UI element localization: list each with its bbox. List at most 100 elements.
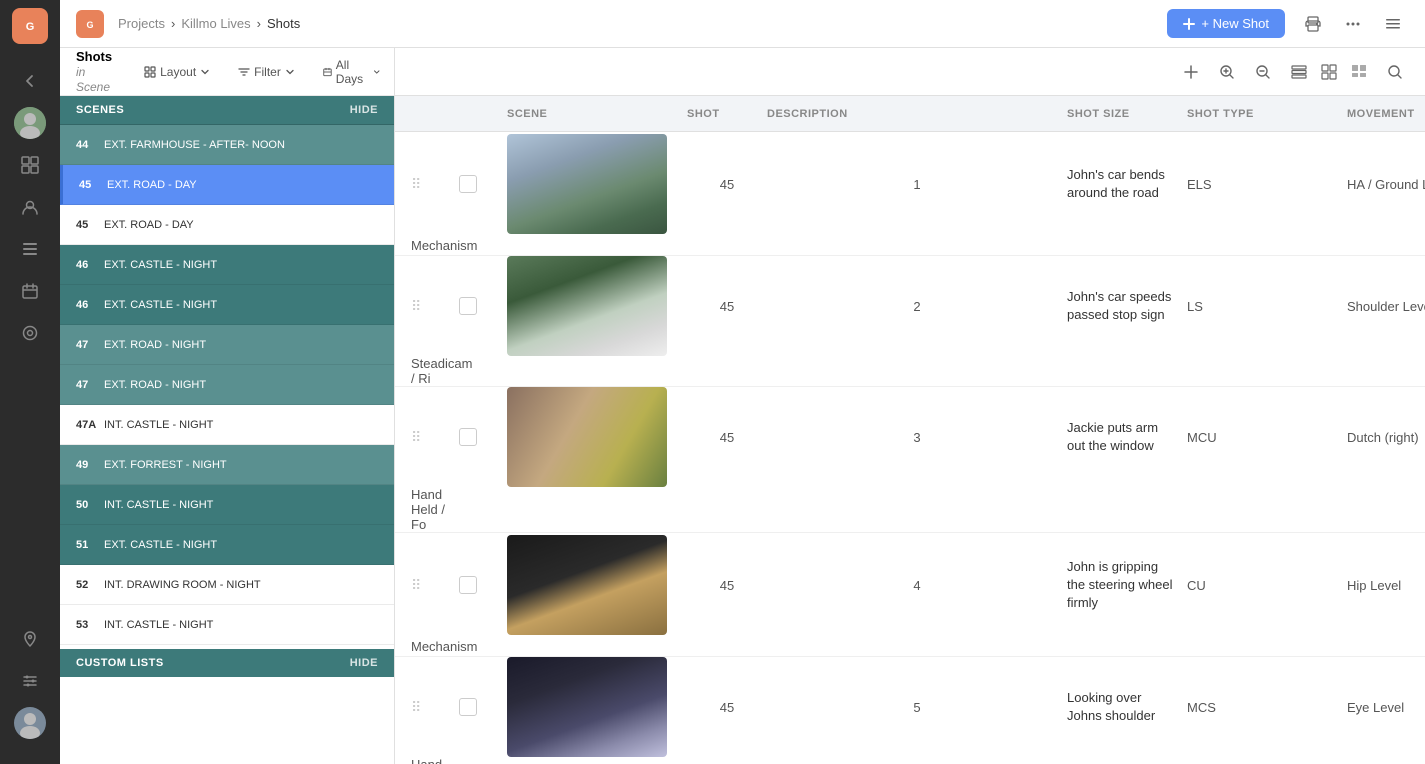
cell-shot-type: Shoulder Level bbox=[1347, 299, 1425, 314]
expanded-view-button[interactable] bbox=[1345, 58, 1373, 86]
cell-shot-size: LS bbox=[1187, 299, 1347, 314]
drag-handle[interactable]: ⠿ bbox=[411, 577, 459, 594]
cell-shot-type: Hip Level bbox=[1347, 578, 1425, 593]
cell-shot-size: CU bbox=[1187, 578, 1347, 593]
cell-shot-size: MCU bbox=[1187, 430, 1347, 445]
list-nav-icon[interactable] bbox=[12, 231, 48, 267]
drag-handle[interactable]: ⠿ bbox=[411, 429, 459, 446]
new-shot-label: + New Shot bbox=[1201, 16, 1269, 31]
map-nav-icon[interactable] bbox=[12, 621, 48, 657]
scene-name: INT. DRAWING ROOM - NIGHT bbox=[104, 579, 261, 591]
cell-shot-type: HA / Ground Level bbox=[1347, 177, 1425, 192]
cell-shot: 4 bbox=[767, 578, 1067, 593]
layout-button[interactable]: Layout bbox=[136, 61, 218, 83]
back-nav-icon[interactable] bbox=[12, 63, 48, 99]
scene-item[interactable]: 47 EXT. ROAD - NIGHT bbox=[60, 325, 394, 365]
svg-text:G: G bbox=[26, 21, 35, 33]
scenes-hide-button[interactable]: HIDE bbox=[350, 104, 378, 116]
settings-nav-icon[interactable] bbox=[12, 663, 48, 699]
row-checkbox[interactable] bbox=[459, 576, 477, 594]
scene-name: EXT. ROAD - DAY bbox=[107, 179, 197, 191]
cell-shot: 1 bbox=[767, 177, 1067, 192]
scenes-section-header: SCENES HIDE bbox=[60, 96, 394, 125]
breadcrumb-logo: G bbox=[76, 10, 104, 38]
shot-thumbnail bbox=[507, 535, 667, 635]
all-days-button[interactable]: All Days bbox=[315, 54, 388, 90]
zoom-out-icon[interactable] bbox=[1249, 58, 1277, 86]
breadcrumb: G Projects › Killmo Lives › Shots bbox=[76, 10, 300, 38]
table-row: ⠿ 45 2 John's car speeds passed stop sig… bbox=[395, 256, 1425, 387]
grid-view-button[interactable] bbox=[1315, 58, 1343, 86]
drag-handle[interactable]: ⠿ bbox=[411, 176, 459, 193]
breadcrumb-sep1: › bbox=[171, 16, 175, 31]
print-icon[interactable] bbox=[1297, 8, 1329, 40]
user-avatar-bottom[interactable] bbox=[12, 705, 48, 741]
custom-lists-label: CUSTOM LISTS bbox=[76, 657, 164, 669]
scene-item[interactable]: 46 EXT. CASTLE - NIGHT bbox=[60, 285, 394, 325]
users-nav-icon[interactable] bbox=[12, 189, 48, 225]
col-description: DESCRIPTION bbox=[767, 108, 1067, 120]
search-icon[interactable] bbox=[1381, 58, 1409, 86]
zoom-in-icon[interactable] bbox=[1213, 58, 1241, 86]
scene-number: 47 bbox=[76, 379, 104, 391]
cell-shot-type: Eye Level bbox=[1347, 700, 1425, 715]
scene-item[interactable]: 50 INT. CASTLE - NIGHT bbox=[60, 485, 394, 525]
table-row: ⠿ 45 5 Looking over Johns shoulder MCS E… bbox=[395, 657, 1425, 764]
scene-item[interactable]: 46 EXT. CASTLE - NIGHT bbox=[60, 245, 394, 285]
drag-handle[interactable]: ⠿ bbox=[411, 699, 459, 716]
cell-shot: 5 bbox=[767, 700, 1067, 715]
scene-number: 46 bbox=[76, 299, 104, 311]
menu-icon[interactable] bbox=[1377, 8, 1409, 40]
scene-number: 47 bbox=[76, 339, 104, 351]
row-checkbox[interactable] bbox=[459, 698, 477, 716]
cell-shot: 3 bbox=[767, 430, 1067, 445]
shots-area: SCENE SHOT DESCRIPTION SHOT SIZE SHOT TY… bbox=[395, 48, 1425, 764]
cell-shot-size: MCS bbox=[1187, 700, 1347, 715]
drag-handle[interactable]: ⠿ bbox=[411, 298, 459, 315]
scenes-header-label: SCENES bbox=[76, 104, 124, 116]
scene-item[interactable]: 53 INT. CASTLE - NIGHT bbox=[60, 605, 394, 645]
cell-description: Looking over Johns shoulder bbox=[1067, 689, 1187, 725]
scene-item[interactable]: 44 EXT. FARMHOUSE - AFTER- NOON bbox=[60, 125, 394, 165]
new-shot-button[interactable]: + New Shot bbox=[1167, 9, 1285, 38]
scene-item[interactable]: 49 EXT. FORREST - NIGHT bbox=[60, 445, 394, 485]
calendar-nav-icon[interactable] bbox=[12, 273, 48, 309]
list-view-button[interactable] bbox=[1285, 58, 1313, 86]
row-checkbox[interactable] bbox=[459, 175, 477, 193]
scene-item[interactable]: 52 INT. DRAWING ROOM - NIGHT bbox=[60, 565, 394, 605]
table-row: ⠿ 45 3 Jackie puts arm out the window MC… bbox=[395, 387, 1425, 533]
filter-label: Filter bbox=[254, 65, 281, 79]
scene-item[interactable]: 47A INT. CASTLE - NIGHT bbox=[60, 405, 394, 445]
scene-item[interactable]: 51 EXT. CASTLE - NIGHT bbox=[60, 525, 394, 565]
breadcrumb-current: Shots bbox=[267, 16, 300, 31]
filter-button[interactable]: Filter bbox=[230, 61, 303, 83]
cell-scene: 45 bbox=[687, 700, 767, 715]
projects-link[interactable]: Projects bbox=[118, 16, 165, 31]
scene-item[interactable]: 47 EXT. ROAD - NIGHT bbox=[60, 365, 394, 405]
scene-item[interactable]: 45 EXT. ROAD - DAY bbox=[60, 165, 394, 205]
shot-thumbnail bbox=[507, 387, 667, 487]
cell-shot-size: ELS bbox=[1187, 177, 1347, 192]
cell-shot: 2 bbox=[767, 299, 1067, 314]
boards-nav-icon[interactable] bbox=[12, 147, 48, 183]
cell-equipment: Mechanism bbox=[411, 639, 459, 654]
cell-shot-type: Dutch (right) bbox=[1347, 430, 1425, 445]
row-checkbox[interactable] bbox=[459, 297, 477, 315]
star-nav-icon[interactable] bbox=[12, 315, 48, 351]
avatar-nav[interactable] bbox=[12, 105, 48, 141]
cell-equipment: Mechanism bbox=[411, 238, 459, 253]
shots-table-header: SCENE SHOT DESCRIPTION SHOT SIZE SHOT TY… bbox=[395, 96, 1425, 132]
cell-equipment: Steadicam / Ri bbox=[411, 356, 459, 386]
row-checkbox[interactable] bbox=[459, 428, 477, 446]
cell-equipment: Hand Held bbox=[411, 757, 459, 764]
more-options-icon[interactable] bbox=[1337, 8, 1369, 40]
filter-icon bbox=[238, 66, 250, 78]
svg-text:G: G bbox=[86, 20, 93, 30]
shots-table-toolbar bbox=[395, 48, 1425, 96]
scene-item[interactable]: 45 EXT. ROAD - DAY bbox=[60, 205, 394, 245]
app-logo[interactable]: G bbox=[12, 8, 48, 44]
project-link[interactable]: Killmo Lives bbox=[181, 16, 250, 31]
add-row-icon[interactable] bbox=[1177, 58, 1205, 86]
custom-lists-hide-button[interactable]: HIDE bbox=[350, 657, 378, 669]
scene-number: 44 bbox=[76, 139, 104, 151]
